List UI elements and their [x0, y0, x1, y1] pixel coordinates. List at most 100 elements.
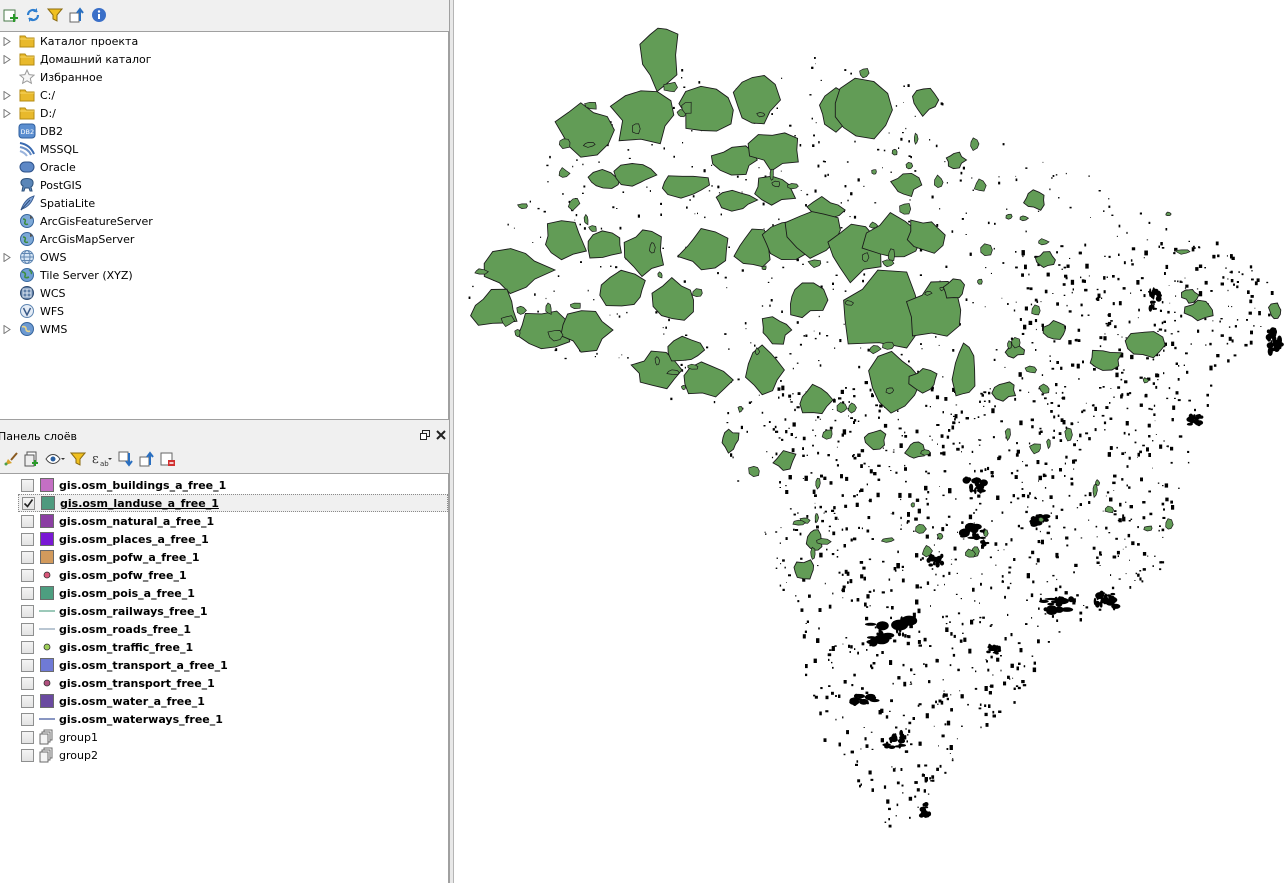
browser-item[interactable]: PostGIS: [0, 176, 82, 194]
browser-item-label: ArcGisFeatureServer: [40, 214, 153, 228]
layer-visibility-checkbox[interactable]: [21, 730, 34, 744]
wfs-globe-icon: [18, 303, 36, 319]
expand-all-icon: [118, 451, 134, 470]
map-landuse-polygons: [470, 27, 1282, 580]
expand-arrow-icon[interactable]: [0, 320, 14, 338]
layer-name: gis.osm_buildings_a_free_1: [59, 478, 227, 492]
layer-visibility-checkbox[interactable]: [21, 532, 34, 546]
layer-visibility-checkbox[interactable]: [21, 514, 34, 528]
browser-item[interactable]: D:/: [0, 104, 56, 122]
layer-item[interactable]: group2: [18, 746, 448, 764]
layers-list[interactable]: gis.osm_buildings_a_free_1 gis.osm_landus…: [0, 473, 449, 883]
layer-visibility-checkbox[interactable]: [21, 550, 34, 564]
folder-icon: [18, 105, 36, 121]
expand-arrow-icon[interactable]: [0, 248, 14, 266]
remove-layer-button[interactable]: [159, 451, 177, 469]
layer-item[interactable]: gis.osm_landuse_a_free_1: [18, 494, 448, 512]
layer-visibility-checkbox[interactable]: [21, 622, 34, 636]
layer-item[interactable]: gis.osm_pois_a_free_1: [18, 584, 448, 602]
fill-symbol-icon: [39, 585, 55, 601]
expand-all-button[interactable]: [117, 451, 135, 469]
close-panel-icon[interactable]: [436, 429, 446, 443]
style-brush-button[interactable]: [2, 451, 20, 469]
qgis-window: Каталог проекта Домашний каталог Избранное…: [0, 0, 1285, 883]
browser-item-label: SpatiaLite: [40, 196, 96, 210]
layer-visibility-checkbox[interactable]: [21, 748, 34, 762]
layer-item[interactable]: group1: [18, 728, 448, 746]
filter-button[interactable]: [46, 7, 64, 25]
layer-item[interactable]: gis.osm_natural_a_free_1: [18, 512, 448, 530]
layer-visibility-checkbox[interactable]: [21, 676, 34, 690]
style-brush-icon: [3, 451, 19, 470]
layer-visibility-checkbox[interactable]: [21, 694, 34, 708]
layer-visibility-checkbox[interactable]: [21, 586, 34, 600]
browser-item[interactable]: Oracle: [0, 158, 76, 176]
browser-item[interactable]: Избранное: [0, 68, 102, 86]
browser-tree[interactable]: Каталог проекта Домашний каталог Избранное…: [0, 31, 449, 420]
layer-item[interactable]: gis.osm_railways_free_1: [18, 602, 448, 620]
expand-arrow-icon[interactable]: [0, 86, 14, 104]
layer-visibility-checkbox[interactable]: [22, 496, 35, 510]
collapse-all-icon: [69, 6, 85, 26]
map-urban-areas: [849, 287, 1284, 818]
layer-visibility-checkbox[interactable]: [21, 640, 34, 654]
layer-item[interactable]: gis.osm_roads_free_1: [18, 620, 448, 638]
add-group-button[interactable]: [23, 451, 41, 469]
postgis-elephant-icon: [18, 177, 36, 193]
browser-item[interactable]: DB2 DB2: [0, 122, 63, 140]
line-symbol-icon: [39, 711, 55, 727]
browser-item[interactable]: ArcGisFeatureServer: [0, 212, 153, 230]
info-button[interactable]: [90, 7, 108, 25]
filter-button[interactable]: [69, 451, 87, 469]
collapse-all-button[interactable]: [68, 6, 86, 26]
map-canvas[interactable]: [455, 0, 1285, 883]
browser-item[interactable]: ArcGisMapServer: [0, 230, 134, 248]
browser-item-label: Домашний каталог: [40, 52, 152, 66]
collapse-all-button[interactable]: [138, 450, 156, 469]
layer-item[interactable]: gis.osm_traffic_free_1: [18, 638, 448, 656]
browser-item[interactable]: MSSQL: [0, 140, 78, 158]
browser-item[interactable]: WMS: [0, 320, 67, 338]
add-layer-button[interactable]: [2, 7, 20, 25]
expand-arrow-icon[interactable]: [0, 104, 14, 122]
xyz-globe-icon: [18, 267, 36, 283]
layer-item[interactable]: gis.osm_transport_a_free_1: [18, 656, 448, 674]
layer-item[interactable]: gis.osm_pofw_a_free_1: [18, 548, 448, 566]
layer-name: gis.osm_pofw_a_free_1: [59, 550, 200, 564]
browser-panel: Каталог проекта Домашний каталог Избранное…: [0, 0, 450, 420]
browser-item[interactable]: OWS: [0, 248, 67, 266]
layer-item[interactable]: gis.osm_places_a_free_1: [18, 530, 448, 548]
browser-item[interactable]: WCS: [0, 284, 66, 302]
layer-item[interactable]: gis.osm_water_a_free_1: [18, 692, 448, 710]
layer-visibility-checkbox[interactable]: [21, 712, 34, 726]
expression-filter-button[interactable]: ε ab: [90, 451, 114, 469]
browser-item[interactable]: C:/: [0, 86, 55, 104]
float-panel-icon[interactable]: [420, 429, 430, 443]
layer-visibility-checkbox[interactable]: [21, 604, 34, 618]
svg-text:ab: ab: [100, 460, 109, 467]
layer-item[interactable]: gis.osm_pofw_free_1: [18, 566, 448, 584]
layer-item[interactable]: gis.osm_buildings_a_free_1: [18, 476, 448, 494]
visibility-eye-button[interactable]: [44, 451, 66, 469]
dock-splitter[interactable]: [450, 0, 454, 883]
refresh-icon: [25, 7, 41, 26]
browser-item[interactable]: Домашний каталог: [0, 50, 152, 68]
browser-item[interactable]: SpatiaLite: [0, 194, 95, 212]
remove-layer-icon: [160, 451, 176, 470]
browser-item[interactable]: Tile Server (XYZ): [0, 266, 133, 284]
expand-arrow-icon[interactable]: [0, 50, 14, 68]
layer-visibility-checkbox[interactable]: [21, 658, 34, 672]
layer-item[interactable]: gis.osm_waterways_free_1: [18, 710, 448, 728]
refresh-button[interactable]: [24, 7, 42, 25]
layer-item[interactable]: gis.osm_transport_free_1: [18, 674, 448, 692]
layer-visibility-checkbox[interactable]: [21, 568, 34, 582]
expand-arrow-icon[interactable]: [0, 32, 14, 50]
browser-item[interactable]: Каталог проекта: [0, 32, 138, 50]
browser-item[interactable]: WFS: [0, 302, 64, 320]
fill-symbol-icon: [40, 495, 56, 511]
layer-visibility-checkbox[interactable]: [21, 478, 34, 492]
group-icon: [39, 729, 55, 745]
